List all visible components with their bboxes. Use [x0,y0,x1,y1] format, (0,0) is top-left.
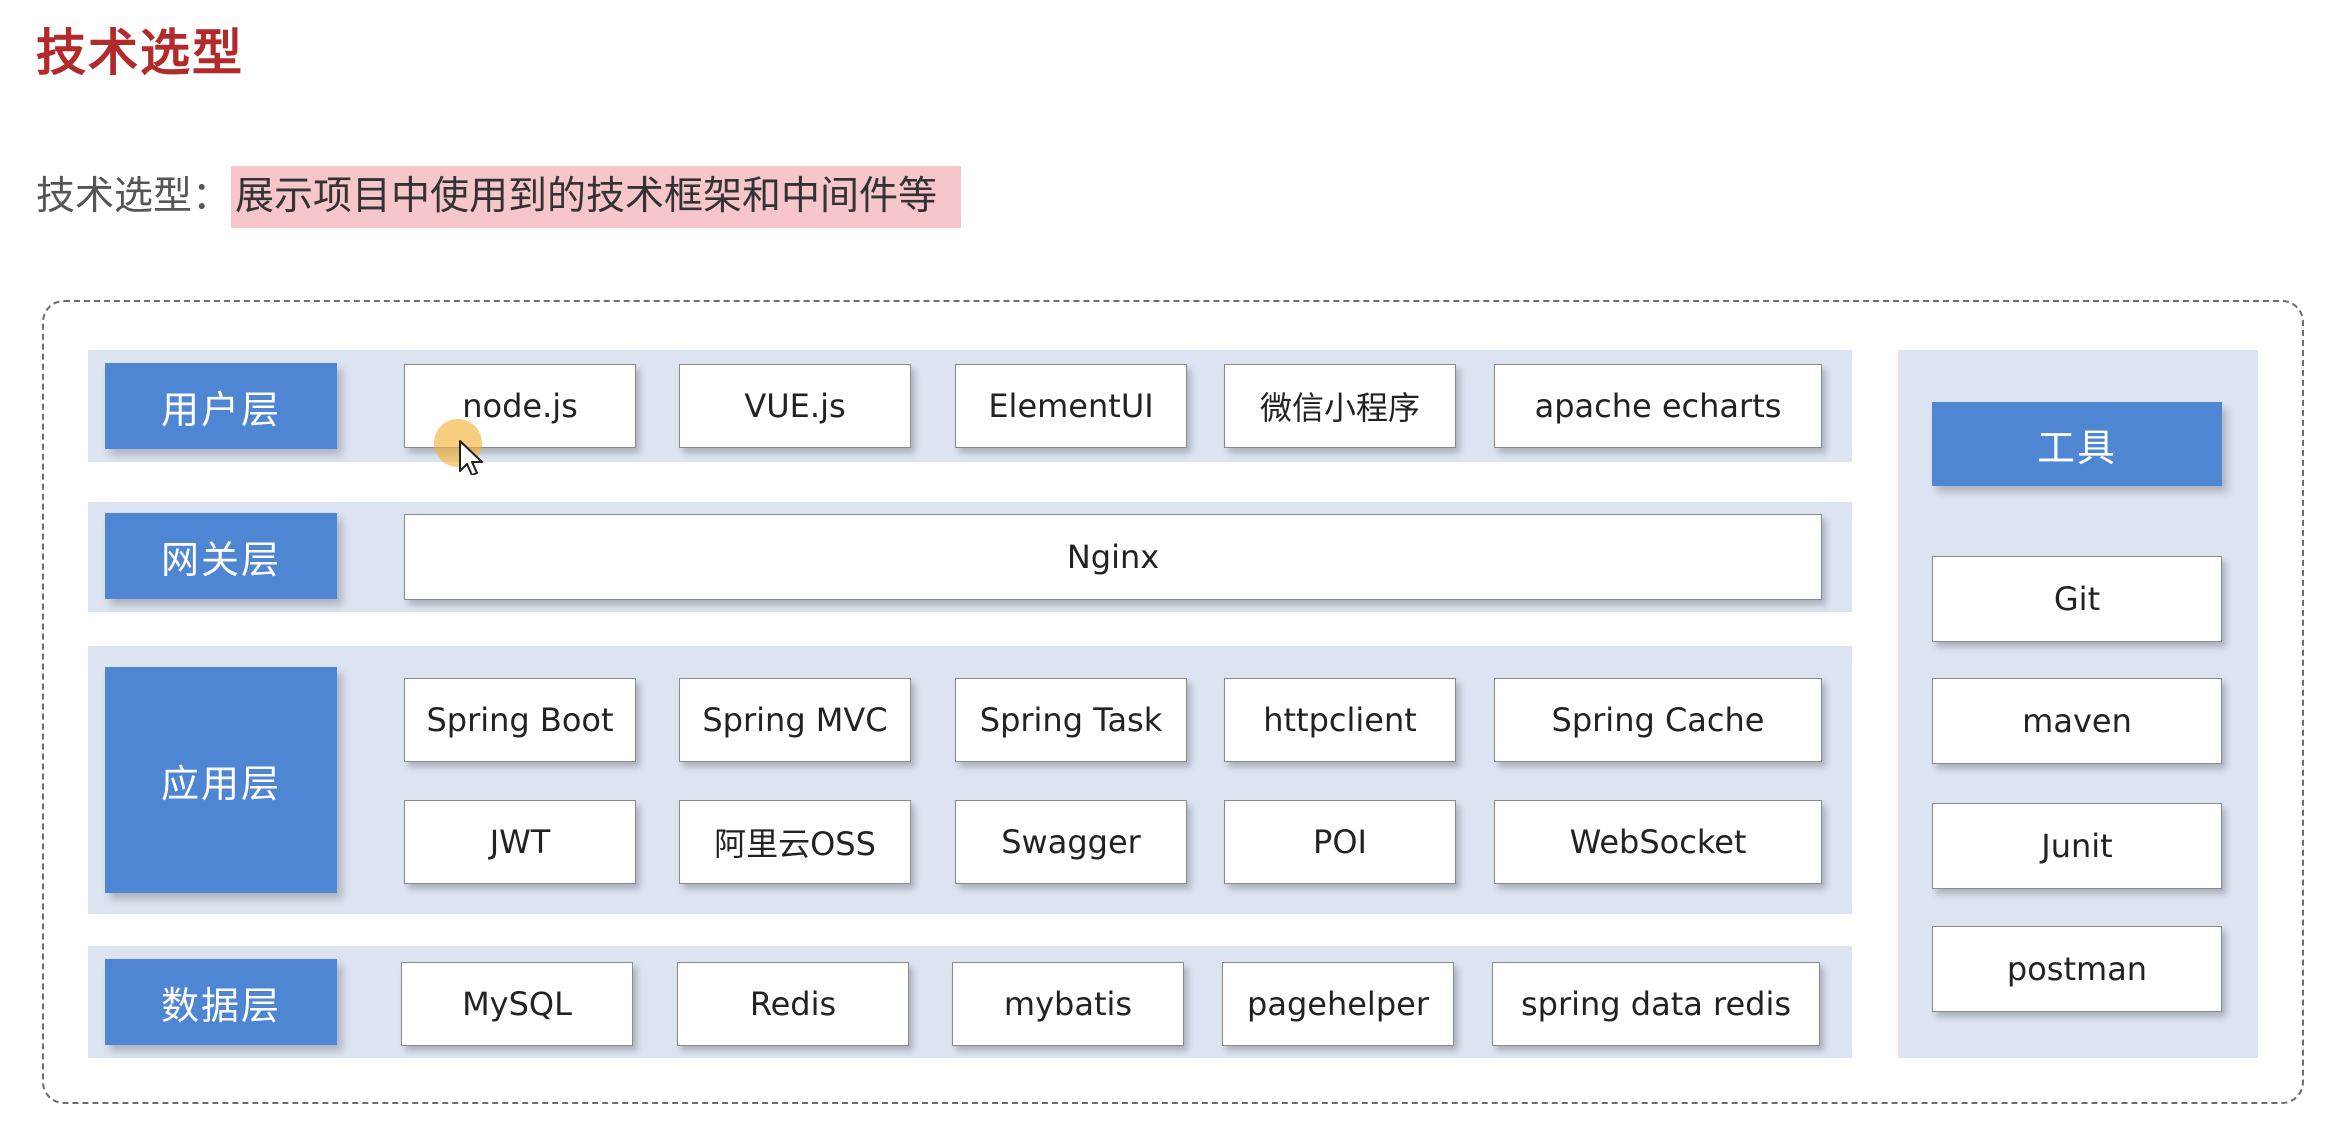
subtitle: 技术选型： 展示项目中使用到的技术框架和中间件等 [36,166,962,228]
tech-box-redis: Redis [677,962,909,1046]
gateway-layer-label: 网关层 [105,513,337,599]
tech-box-aliyun-oss: 阿里云OSS [679,800,911,884]
application-layer-label: 应用层 [105,667,337,893]
tool-box-junit: Junit [1932,803,2222,889]
tech-box-wechat-miniprogram: 微信小程序 [1224,364,1456,448]
tool-box-postman: postman [1932,926,2222,1012]
tech-box-poi: POI [1224,800,1456,884]
tech-box-pagehelper: pagehelper [1222,962,1454,1046]
tech-box-spring-boot: Spring Boot [404,678,636,762]
tech-box-mybatis: mybatis [952,962,1184,1046]
tech-box-spring-cache: Spring Cache [1494,678,1822,762]
tech-box-httpclient: httpclient [1224,678,1456,762]
user-layer-label: 用户层 [105,363,337,449]
subtitle-highlight: 展示项目中使用到的技术框架和中间件等 [231,166,962,228]
tech-box-elementui: ElementUI [955,364,1187,448]
tool-box-maven: maven [1932,678,2222,764]
tool-box-git: Git [1932,556,2222,642]
tech-box-nginx: Nginx [404,514,1822,600]
data-layer-label: 数据层 [105,959,337,1045]
subtitle-prefix: 技术选型： [36,174,232,219]
tech-box-spring-mvc: Spring MVC [679,678,911,762]
tech-box-mysql: MySQL [401,962,633,1046]
tech-box-spring-task: Spring Task [955,678,1187,762]
tech-box-websocket: WebSocket [1494,800,1822,884]
tech-box-apache-echarts: apache echarts [1494,364,1822,448]
tech-box-vuejs: VUE.js [679,364,911,448]
tech-box-nodejs: node.js [404,364,636,448]
tech-box-spring-data-redis: spring data redis [1492,962,1820,1046]
page: 技术选型 技术选型： 展示项目中使用到的技术框架和中间件等 用户层 node.j… [0,0,2328,1127]
tech-box-swagger: Swagger [955,800,1187,884]
tools-label: 工具 [1932,402,2222,486]
page-title: 技术选型 [36,24,244,82]
tech-box-jwt: JWT [404,800,636,884]
